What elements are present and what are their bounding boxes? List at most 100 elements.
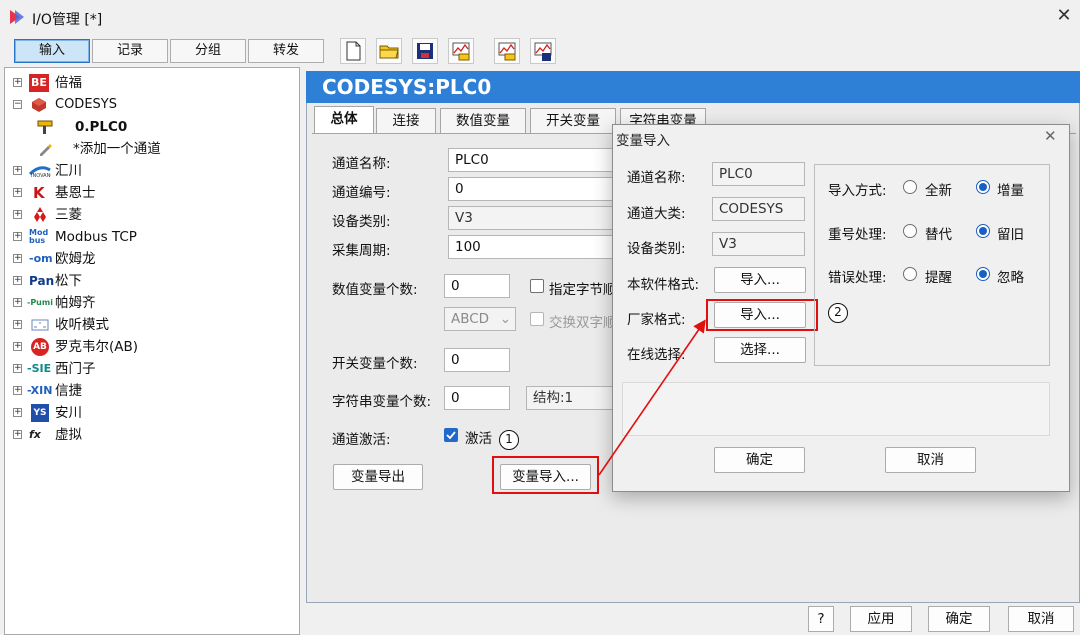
device-type-label: 设备类别: [332,214,391,230]
expand-icon[interactable]: + [13,386,22,395]
swap-words-checkbox[interactable] [530,312,544,326]
expand-icon[interactable]: + [13,188,22,197]
tree-item-codesys[interactable]: − CODESYS [9,94,289,116]
dialog-ok-button[interactable]: 确定 [714,447,805,473]
tab-numeric-vars[interactable]: 数值变量 [440,108,526,134]
tree-item-label: 安川 [55,405,82,421]
byte-order-select[interactable]: ABCD ⌄ [444,307,516,331]
new-file-icon[interactable] [340,38,366,64]
export-vars-button[interactable]: 变量导出 [333,464,423,490]
tree-item-panasonic[interactable]: + Pan 松下 [9,270,289,292]
err-ignore-radio[interactable] [976,267,990,281]
expand-icon[interactable]: + [13,298,22,307]
toolbar-tab-forward[interactable]: 转发 [248,39,324,63]
app-logo-icon [10,10,24,24]
tree-item-label: 欧姆龙 [55,251,96,267]
tree-item-pumi[interactable]: + -Pumi 帕姆齐 [9,292,289,314]
tree-item-inovance[interactable]: + INOVANCE 汇川 [9,160,289,182]
expand-icon[interactable]: + [13,166,22,175]
tab-connection[interactable]: 连接 [376,108,436,134]
tab-switch-vars[interactable]: 开关变量 [530,108,616,134]
num-count-label: 数值变量个数: [332,282,418,298]
ok-button[interactable]: 确定 [928,606,990,632]
xinje-logo-icon: -XIN [27,384,53,397]
tree-item-plc0[interactable]: 0.PLC0 [33,116,283,138]
string-count-field[interactable]: 0 [444,386,510,410]
own-format-import-button[interactable]: 导入... [714,267,806,293]
save-icon[interactable] [412,38,438,64]
tree-item-siemens[interactable]: + -SIE 西门子 [9,358,289,380]
tree-item-label: 罗克韦尔(AB) [55,339,139,355]
dup-keep-old-radio[interactable] [976,224,990,238]
dup-replace-radio[interactable] [903,224,917,238]
toolbar-tab-group[interactable]: 分组 [170,39,246,63]
err-warn-radio[interactable] [903,267,917,281]
expand-icon[interactable]: + [13,320,22,329]
print-chart-icon[interactable] [530,38,556,64]
period-field[interactable]: 100 [448,235,618,259]
toolbar-tab-input[interactable]: 输入 [14,39,90,63]
apply-button[interactable]: 应用 [850,606,912,632]
dlg-channel-class-label: 通道大类: [627,206,686,222]
expand-icon[interactable]: + [13,408,22,417]
tree-item-label: 松下 [55,273,82,289]
vendor-format-import-button[interactable]: 导入... [714,302,806,328]
tree-item-omron[interactable]: + -om 欧姆龙 [9,248,289,270]
activate-checkbox[interactable] [444,428,458,442]
tab-general[interactable]: 总体 [314,106,374,135]
toolbar-tab-record[interactable]: 记录 [92,39,168,63]
rockwell-logo-icon: AB [31,338,49,356]
expand-icon[interactable]: + [13,430,22,439]
structure-field[interactable]: 结构:1 [526,386,614,410]
device-tree: + BE 倍福 − CODESYS 0.PLC0 *添加一个通道 + INOVA… [4,67,300,635]
err-ignore-label: 忽略 [997,270,1024,286]
step-marker-1: 1 [499,430,519,450]
tree-item-add-channel[interactable]: *添加一个通道 [33,138,283,160]
expand-icon[interactable]: + [13,232,22,241]
export-chart-icon[interactable] [494,38,520,64]
online-select-button[interactable]: 选择... [714,337,806,363]
tree-item-mitsubishi[interactable]: + 三菱 [9,204,289,226]
expand-icon[interactable]: + [13,254,22,263]
byte-order-checkbox[interactable] [530,279,544,293]
tree-item-label: 三菱 [55,207,82,223]
device-type-field[interactable]: V3 [448,206,618,230]
dialog-close-icon[interactable]: ✕ [1044,127,1057,145]
switch-count-field[interactable]: 0 [444,348,510,372]
tree-item-rockwell[interactable]: + AB 罗克韦尔(AB) [9,336,289,358]
mitsubishi-logo-icon [34,207,46,222]
yaskawa-logo-icon: YS [31,404,49,422]
online-select-label: 在线选择: [627,347,686,363]
cancel-button[interactable]: 取消 [1008,606,1074,632]
dup-keep-old-label: 留旧 [997,227,1024,243]
check-icon [446,431,456,440]
import-mode-incremental-radio[interactable] [976,180,990,194]
inovance-logo-icon: INOVANCE [29,166,51,178]
tree-item-modbus[interactable]: + Mod bus Modbus TCP [9,226,289,248]
expand-icon[interactable]: + [13,210,22,219]
expand-icon[interactable]: + [13,364,22,373]
channel-no-field[interactable]: 0 [448,177,618,201]
import-mode-new-radio[interactable] [903,180,917,194]
import-vars-button[interactable]: 变量导入... [500,464,591,490]
tree-item-listen-mode[interactable]: + 收听模式 [9,314,289,336]
dialog-cancel-button[interactable]: 取消 [885,447,976,473]
open-folder-icon[interactable] [376,38,402,64]
expand-icon[interactable]: + [13,342,22,351]
window-close-button[interactable]: ✕ [1052,4,1076,28]
tree-item-xinje[interactable]: + -XIN 信捷 [9,380,289,402]
channel-header-title: CODESYS:PLC0 [306,71,1080,103]
tree-item-label: 0.PLC0 [75,119,128,135]
tree-item-keyence[interactable]: + K 基恩士 [9,182,289,204]
collapse-icon[interactable]: − [13,100,22,109]
num-count-field[interactable]: 0 [444,274,510,298]
tree-item-beckhoff[interactable]: + BE 倍福 [9,72,289,94]
expand-icon[interactable]: + [13,78,22,87]
help-button[interactable]: ? [808,606,834,632]
import-chart-icon[interactable] [448,38,474,64]
tree-item-yaskawa[interactable]: + YS 安川 [9,402,289,424]
channel-name-field[interactable]: PLC0 [448,148,618,172]
tree-item-virtual[interactable]: + fx 虚拟 [9,424,289,446]
add-channel-icon [40,144,52,156]
expand-icon[interactable]: + [13,276,22,285]
